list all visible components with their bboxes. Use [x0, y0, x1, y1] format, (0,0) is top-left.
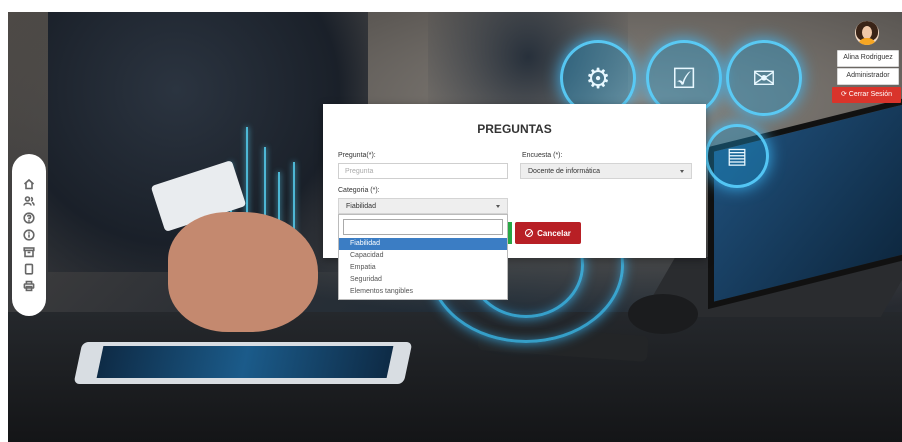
- categoria-value: Fiabilidad: [346, 202, 376, 210]
- dropdown-option[interactable]: Elementos tangibles: [339, 286, 507, 298]
- holo-chat-icon: ✉: [726, 40, 802, 116]
- help-circle-icon[interactable]: [20, 211, 38, 226]
- encuesta-label: Encuesta (*):: [522, 152, 563, 159]
- cancel-button[interactable]: Cancelar: [515, 222, 581, 244]
- encuesta-select[interactable]: Docente de informática: [520, 163, 692, 179]
- bg-hand: [168, 212, 318, 332]
- encuesta-value: Docente de informática: [528, 167, 600, 175]
- pregunta-input[interactable]: [338, 163, 508, 179]
- holo-chart-icon: ▤: [705, 124, 769, 188]
- dropdown-option[interactable]: Empatia: [339, 262, 507, 274]
- chevron-down-icon: [496, 205, 500, 208]
- user-role: Administrador: [837, 68, 899, 85]
- dropdown-option[interactable]: Capacidad: [339, 250, 507, 262]
- dropdown-option[interactable]: Seguridad: [339, 274, 507, 286]
- side-toolbar: [12, 154, 46, 316]
- bg-mouse: [628, 294, 698, 334]
- avatar-body: [858, 38, 876, 45]
- chevron-down-icon: [680, 170, 684, 173]
- dropdown-option[interactable]: Fiabilidad: [339, 238, 507, 250]
- categoria-dropdown: Fiabilidad Capacidad Empatia Seguridad E…: [338, 214, 508, 300]
- categoria-select[interactable]: Fiabilidad: [338, 198, 508, 214]
- ban-icon: [525, 229, 534, 237]
- modal-title: PREGUNTAS: [477, 122, 552, 136]
- users-icon[interactable]: [20, 194, 38, 209]
- clipboard-icon[interactable]: [20, 262, 38, 277]
- bg-tablet-screen: [96, 346, 394, 378]
- home-icon[interactable]: [20, 177, 38, 192]
- user-name: Alina Rodriguez: [837, 50, 899, 67]
- cancel-label: Cancelar: [537, 228, 571, 238]
- logout-button[interactable]: ⟳ Cerrar Sesión: [832, 87, 901, 103]
- dropdown-search-input[interactable]: [343, 219, 503, 235]
- categoria-label: Categoria (*):: [338, 187, 380, 194]
- archive-icon[interactable]: [20, 245, 38, 260]
- info-icon[interactable]: [20, 228, 38, 243]
- avatar[interactable]: [855, 21, 879, 45]
- pregunta-label: Pregunta(*):: [338, 152, 376, 159]
- printer-icon[interactable]: [20, 279, 38, 294]
